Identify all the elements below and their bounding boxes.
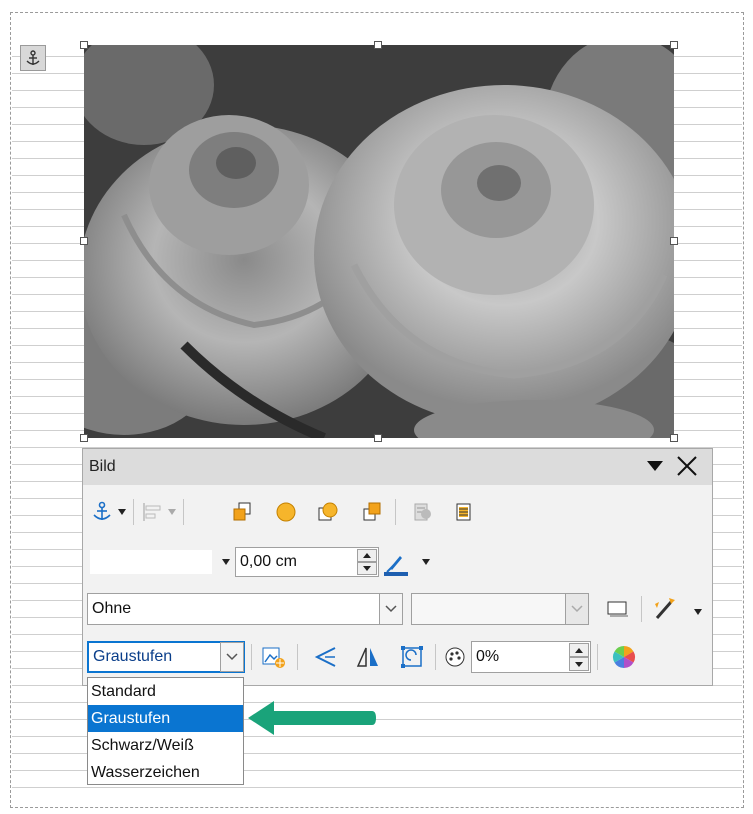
flip-vertical-icon[interactable] xyxy=(311,643,341,671)
toolbar-row-1 xyxy=(83,493,712,531)
separator xyxy=(251,644,252,670)
selection-handle[interactable] xyxy=(670,237,678,245)
annotation-arrow-icon xyxy=(244,695,378,746)
selection-handle[interactable] xyxy=(374,41,382,49)
send-backward-icon[interactable] xyxy=(357,499,387,525)
wrap-off-icon[interactable] xyxy=(313,499,343,525)
line-width-value: 0,00 cm xyxy=(240,553,297,570)
wrap-select-value: Ohne xyxy=(92,600,132,617)
selection-handle[interactable] xyxy=(374,434,382,442)
toolbar-titlebar[interactable]: Bild xyxy=(83,449,712,485)
chevron-down-icon[interactable] xyxy=(220,642,244,672)
crop-icon[interactable] xyxy=(397,643,427,671)
separator xyxy=(297,644,298,670)
flip-horizontal-icon[interactable] xyxy=(353,643,383,671)
line-color-icon[interactable] xyxy=(381,547,411,577)
bring-forward-icon[interactable] xyxy=(227,499,257,525)
separator xyxy=(641,596,642,622)
option-wasserzeichen[interactable]: Wasserzeichen xyxy=(88,759,243,786)
image-map-icon[interactable] xyxy=(259,643,289,671)
spin-up-icon[interactable] xyxy=(569,643,589,657)
toolbar-row-4: Graustufen 0% xyxy=(83,641,712,679)
separator xyxy=(183,499,184,525)
close-icon[interactable] xyxy=(676,455,698,482)
toolbar-row-2: 0,00 cm xyxy=(83,543,712,581)
toolbar-title: Bild xyxy=(89,458,116,475)
anchor-dropdown-arrow-icon[interactable] xyxy=(115,499,129,525)
align-icon[interactable] xyxy=(139,499,165,525)
option-standard[interactable]: Standard xyxy=(88,678,243,705)
selection-handle[interactable] xyxy=(80,434,88,442)
line-color-dropdown-arrow-icon[interactable] xyxy=(419,549,433,575)
separator xyxy=(133,499,134,525)
graphics-mode-value: Graustufen xyxy=(93,648,173,665)
transparency-value: 0% xyxy=(476,648,500,665)
separator xyxy=(435,644,436,670)
selection-handle[interactable] xyxy=(670,41,678,49)
selection-handle[interactable] xyxy=(80,237,88,245)
secondary-select[interactable] xyxy=(411,593,589,625)
line-style-dropdown-arrow-icon[interactable] xyxy=(219,549,233,575)
separator xyxy=(597,644,598,670)
graphics-mode-dropdown-list: Standard Graustufen Schwarz/Weiß Wasserz… xyxy=(87,677,244,785)
to-foreground-icon[interactable] xyxy=(449,499,479,525)
image-toolbar: Bild 0,00 cm Ohne Graustufen 0% xyxy=(82,448,713,686)
option-graustufen[interactable]: Graustufen xyxy=(88,705,243,732)
color-palette-icon[interactable] xyxy=(441,643,469,671)
color-wheel-icon[interactable] xyxy=(609,643,639,671)
spin-buttons[interactable] xyxy=(357,549,377,575)
to-background-icon[interactable] xyxy=(407,499,437,525)
anchor-icon[interactable] xyxy=(89,499,115,525)
filter-dropdown-arrow-icon[interactable] xyxy=(691,599,705,625)
graphics-mode-select[interactable]: Graustufen xyxy=(87,641,245,673)
spin-down-icon[interactable] xyxy=(357,562,377,575)
border-icon[interactable] xyxy=(603,595,633,623)
align-dropdown-arrow-icon[interactable] xyxy=(165,499,179,525)
chevron-down-icon[interactable] xyxy=(379,593,403,625)
image-filter-icon[interactable] xyxy=(649,595,679,623)
line-width-spinbox[interactable]: 0,00 cm xyxy=(235,547,379,577)
wrap-on-icon[interactable] xyxy=(271,499,301,525)
anchor-marker-icon xyxy=(20,45,46,71)
separator xyxy=(395,499,396,525)
option-schwarz-weiss[interactable]: Schwarz/Weiß xyxy=(88,732,243,759)
spin-down-icon[interactable] xyxy=(569,657,589,671)
menu-arrow-icon[interactable] xyxy=(646,459,664,477)
selection-handle[interactable] xyxy=(80,41,88,49)
spin-buttons[interactable] xyxy=(569,643,589,671)
rose-image[interactable] xyxy=(84,45,674,438)
transparency-spinbox[interactable]: 0% xyxy=(471,641,591,673)
wrap-select[interactable]: Ohne xyxy=(87,593,403,625)
spin-up-icon[interactable] xyxy=(357,549,377,562)
chevron-down-icon[interactable] xyxy=(565,593,589,625)
toolbar-row-3: Ohne xyxy=(83,593,712,631)
line-style-field[interactable] xyxy=(89,549,213,575)
selection-handle[interactable] xyxy=(670,434,678,442)
